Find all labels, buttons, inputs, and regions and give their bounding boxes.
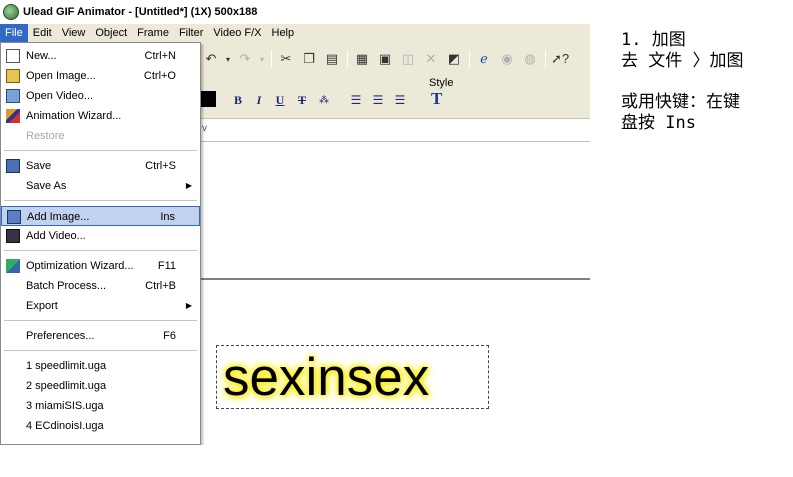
instruction-notes: 1. 加图 去 文件 〉加图 或用快键：在键 盘按 Ins <box>621 30 789 134</box>
note-line-4: 盘按 Ins <box>621 113 696 133</box>
new-document-icon <box>6 49 20 63</box>
menu-edit[interactable]: Edit <box>28 24 57 42</box>
note-line-1: 1. 加图 <box>621 30 686 50</box>
menu-bar: File Edit View Object Frame Filter Video… <box>0 24 590 42</box>
menu-item-optimization-wizard[interactable]: Optimization Wizard... F11 <box>1 256 200 276</box>
add-video-icon <box>6 229 20 243</box>
menu-item-animation-wizard[interactable]: Animation Wizard... <box>1 106 200 126</box>
recent-file-1[interactable]: 1 speedlimit.uga <box>1 356 200 376</box>
redo-dropdown-icon[interactable]: ▾ <box>257 48 267 70</box>
menu-item-save-as[interactable]: Save As ▶ <box>1 176 200 196</box>
antialias-icon[interactable]: ⁂ <box>314 92 334 108</box>
window-title: Ulead GIF Animator - [Untitled*] (1X) 50… <box>23 6 258 18</box>
menu-item-open-video[interactable]: Open Video... <box>1 86 200 106</box>
menu-item-export[interactable]: Export ▶ <box>1 296 200 316</box>
style-label: Style <box>429 77 454 89</box>
stop-icon[interactable]: ◍ <box>519 48 541 70</box>
menu-item-batch-process[interactable]: Batch Process... Ctrl+B <box>1 276 200 296</box>
menu-separator <box>1 196 200 206</box>
menu-item-new[interactable]: New... Ctrl+N <box>1 46 200 66</box>
submenu-arrow-icon: ▶ <box>185 181 192 190</box>
text-color-swatch[interactable] <box>200 91 216 107</box>
menu-view[interactable]: View <box>57 24 91 42</box>
open-video-icon <box>6 89 20 103</box>
toolbar-divider <box>271 50 272 68</box>
text-style-icon[interactable]: T <box>431 89 442 109</box>
paste-icon[interactable]: ▤ <box>321 48 343 70</box>
menu-object[interactable]: Object <box>90 24 132 42</box>
note-line-3: 或用快键：在键 <box>621 92 740 112</box>
frame-icon[interactable]: ▦ <box>351 48 373 70</box>
menu-filter[interactable]: Filter <box>174 24 208 42</box>
play-icon[interactable]: ◉ <box>496 48 518 70</box>
transform-icon[interactable]: ✕ <box>420 48 442 70</box>
menu-frame[interactable]: Frame <box>132 24 174 42</box>
crop-icon[interactable]: ◫ <box>397 48 419 70</box>
main-toolbar: ↶ ▾ ↷ ▾ ✂ ❐ ▤ ▦ ▣ ◫ ✕ ◩ ℯ ◉ ◍ ➚? <box>200 46 590 72</box>
save-disk-icon <box>6 159 20 173</box>
menu-file[interactable]: File <box>0 24 28 42</box>
menu-item-open-image[interactable]: Open Image... Ctrl+O <box>1 66 200 86</box>
recent-file-2[interactable]: 2 speedlimit.uga <box>1 376 200 396</box>
frame-panel <box>200 142 590 278</box>
underline-button[interactable]: U <box>270 92 290 108</box>
recent-file-3[interactable]: 3 miamiSIS.uga <box>1 396 200 416</box>
export-icon[interactable]: ◩ <box>443 48 465 70</box>
optimization-wizard-icon <box>6 259 20 273</box>
canvas-text: sexinsex <box>223 348 430 407</box>
menu-help[interactable]: Help <box>267 24 300 42</box>
italic-button[interactable]: I <box>249 92 269 108</box>
copy-icon[interactable]: ❐ <box>298 48 320 70</box>
menu-item-add-image[interactable]: Add Image... Ins <box>1 206 200 226</box>
text-format-toolbar: B I U T ⁂ ☰ ☰ ☰ Style T <box>200 76 590 116</box>
title-bar: Ulead GIF Animator - [Untitled*] (1X) 50… <box>0 0 590 24</box>
help-pointer-icon[interactable]: ➚? <box>549 48 571 70</box>
strikethrough-button[interactable]: T <box>292 92 312 108</box>
note-line-2: 去 文件 〉加图 <box>621 51 744 71</box>
menu-item-restore: Restore <box>26 130 65 142</box>
menu-separator <box>1 316 200 326</box>
file-menu-dropdown: New... Ctrl+N Open Image... Ctrl+O Open … <box>0 42 201 445</box>
recent-file-4[interactable]: 4 ECdinoisI.uga <box>1 416 200 436</box>
frame-panel-header: v <box>200 118 590 142</box>
gif-animator-window: Ulead GIF Animator - [Untitled*] (1X) 50… <box>0 0 590 445</box>
menu-item-save[interactable]: Save Ctrl+S <box>1 156 200 176</box>
submenu-arrow-icon: ▶ <box>185 301 192 310</box>
undo-icon[interactable]: ↶ <box>200 48 222 70</box>
bold-button[interactable]: B <box>228 92 248 108</box>
panel-tick-mark: v <box>202 123 207 134</box>
menu-separator <box>1 246 200 256</box>
add-image-icon <box>7 210 21 224</box>
align-left-icon[interactable]: ☰ <box>346 92 366 108</box>
menu-separator <box>1 346 200 356</box>
menu-video-fx[interactable]: Video F/X <box>208 24 266 42</box>
redo-icon[interactable]: ↷ <box>234 48 256 70</box>
undo-dropdown-icon[interactable]: ▾ <box>223 48 233 70</box>
toolbar-divider <box>347 50 348 68</box>
open-folder-icon <box>6 69 20 83</box>
toolbar-divider <box>545 50 546 68</box>
align-center-icon[interactable]: ☰ <box>368 92 388 108</box>
browser-preview-icon[interactable]: ℯ <box>473 48 495 70</box>
menu-item-preferences[interactable]: Preferences... F6 <box>1 326 200 346</box>
delete-frame-icon[interactable]: ▣ <box>374 48 396 70</box>
text-object-selection[interactable]: sexinsex <box>216 345 489 409</box>
menu-separator <box>1 146 200 156</box>
cut-icon[interactable]: ✂ <box>275 48 297 70</box>
app-logo-icon <box>3 4 19 20</box>
align-right-icon[interactable]: ☰ <box>390 92 410 108</box>
toolbar-divider <box>469 50 470 68</box>
wizard-wand-icon <box>6 109 20 123</box>
menu-item-add-video[interactable]: Add Video... <box>1 226 200 246</box>
